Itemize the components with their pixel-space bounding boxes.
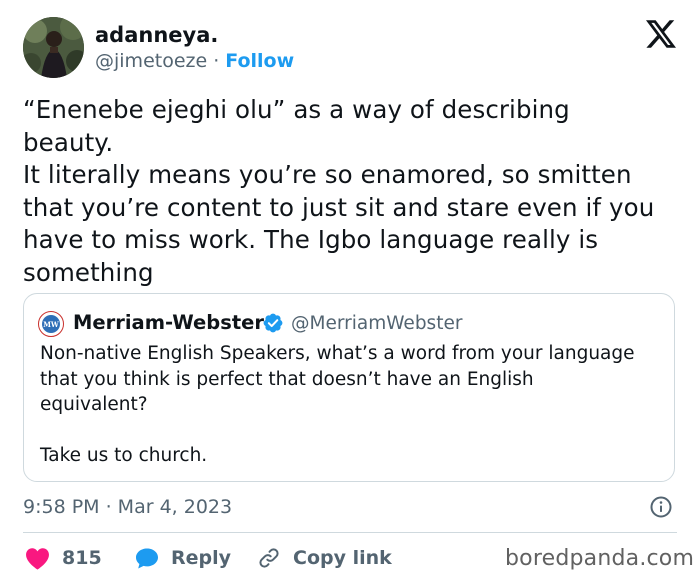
like-button[interactable]: 815 xyxy=(25,545,102,571)
tweet-card: adanneya. @jimetoeze · Follow “Enenebe eje… xyxy=(0,0,700,586)
action-divider xyxy=(23,532,677,533)
copy-link-label: Copy link xyxy=(293,547,392,569)
link-icon xyxy=(259,548,279,568)
author-avatar[interactable] xyxy=(23,17,84,78)
quoted-tweet[interactable]: MW Merriam-Webster @MerriamWebster Non-n… xyxy=(23,293,675,482)
tweet-timestamp[interactable]: 9:58 PM · Mar 4, 2023 xyxy=(23,494,232,520)
reply-label: Reply xyxy=(171,547,232,569)
verified-badge-icon xyxy=(263,313,283,333)
author-display-name[interactable]: adanneya. xyxy=(95,22,218,48)
author-avatar-image xyxy=(23,17,84,78)
quoted-author-handle[interactable]: @MerriamWebster xyxy=(291,311,462,337)
author-handle[interactable]: @jimetoeze xyxy=(95,50,207,72)
merriam-webster-logo: MW xyxy=(42,315,60,333)
reply-button[interactable]: Reply xyxy=(135,545,231,571)
like-count: 815 xyxy=(62,547,102,569)
handle-separator: · xyxy=(213,50,220,72)
speech-bubble-icon xyxy=(136,548,158,568)
author-handle-row: @jimetoeze · Follow xyxy=(95,49,294,73)
quoted-tweet-text: Non-native English Speakers, what’s a wo… xyxy=(40,343,635,466)
copy-link-button[interactable]: Copy link xyxy=(257,545,392,571)
x-logo-icon[interactable] xyxy=(646,20,676,48)
heart-icon xyxy=(26,547,49,570)
source-watermark: boredpanda.com xyxy=(505,546,695,571)
tweet-text: “Enenebe ejeghi olu” as a way of describ… xyxy=(23,95,655,287)
quoted-author-name[interactable]: Merriam-Webster xyxy=(73,310,264,336)
quoted-author-avatar[interactable]: MW xyxy=(38,311,64,337)
info-icon[interactable] xyxy=(650,496,672,518)
follow-button[interactable]: Follow xyxy=(225,50,294,72)
